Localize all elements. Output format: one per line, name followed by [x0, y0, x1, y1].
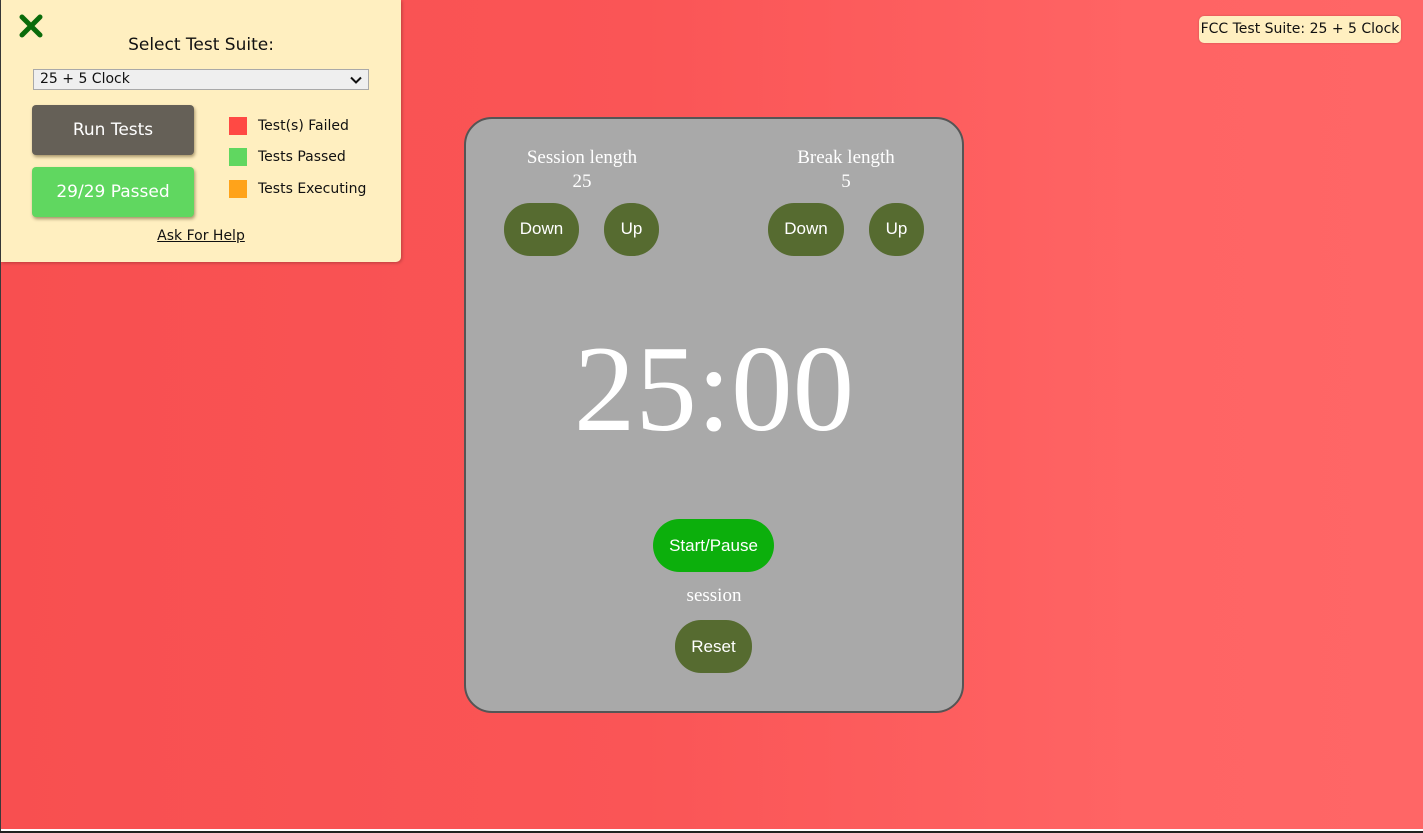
break-length-value: 5 — [841, 171, 851, 192]
session-length-value: 25 — [572, 171, 592, 192]
legend-label: Test(s) Failed — [258, 118, 349, 134]
break-decrement-button[interactable]: Down — [768, 203, 844, 256]
legend-label: Tests Passed — [258, 149, 346, 165]
ask-for-help-link[interactable]: Ask For Help — [1, 228, 401, 244]
run-tests-button[interactable]: Run Tests — [32, 105, 194, 155]
session-increment-button[interactable]: Up — [604, 203, 659, 256]
test-suite-selected-value: 25 + 5 Clock — [40, 71, 130, 87]
test-suite-select[interactable]: 25 + 5 Clock — [33, 69, 369, 90]
session-label: Session length — [526, 147, 638, 168]
session-decrement-button[interactable]: Down — [504, 203, 579, 256]
reset-button[interactable]: Reset — [675, 620, 752, 673]
timer-label: session — [686, 585, 742, 606]
chevron-down-icon — [349, 73, 363, 87]
break-increment-button[interactable]: Up — [869, 203, 924, 256]
time-left-display: 25:00 — [573, 320, 855, 457]
executing-color-swatch — [229, 180, 247, 198]
legend-label: Tests Executing — [258, 181, 367, 197]
legend-item-passed: Tests Passed — [229, 148, 389, 168]
legend-item-failed: Test(s) Failed — [229, 117, 389, 137]
legend-item-executing: Tests Executing — [229, 180, 389, 200]
start-pause-button[interactable]: Start/Pause — [653, 519, 774, 572]
clock-card: Session length 25 Break length 5 Down Up… — [464, 117, 964, 713]
failed-color-swatch — [229, 117, 247, 135]
fcc-test-panel: Select Test Suite: 25 + 5 Clock Run Test… — [1, 0, 401, 262]
passed-color-swatch — [229, 148, 247, 166]
test-results-button[interactable]: 29/29 Passed — [32, 167, 194, 217]
select-test-suite-title: Select Test Suite: — [128, 35, 274, 55]
break-label: Break length — [797, 147, 895, 168]
fcc-test-suite-badge[interactable]: FCC Test Suite: 25 + 5 Clock — [1199, 16, 1401, 43]
